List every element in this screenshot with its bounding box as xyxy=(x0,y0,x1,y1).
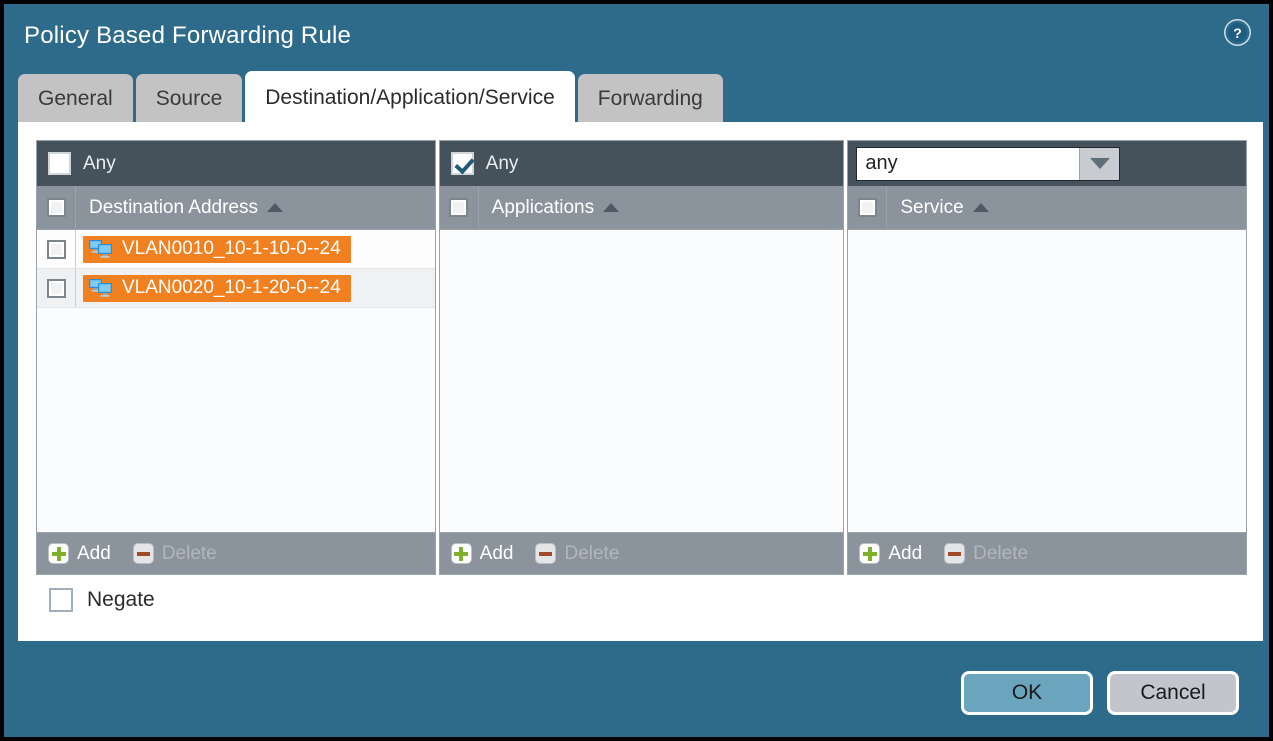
applications-panel: Any Applications Add xyxy=(439,140,845,575)
applications-column-header: Applications xyxy=(440,186,844,230)
service-add-button[interactable]: Add xyxy=(859,543,922,565)
policy-based-forwarding-rule-dialog: Policy Based Forwarding Rule ? General S… xyxy=(0,0,1273,741)
plus-icon xyxy=(48,543,69,564)
svg-text:?: ? xyxy=(1233,25,1242,41)
applications-any-checkbox[interactable] xyxy=(451,152,474,175)
destination-any-row: Any xyxy=(37,141,435,186)
tab-forwarding[interactable]: Forwarding xyxy=(578,74,723,124)
destination-column-title: Destination Address xyxy=(89,197,258,219)
applications-select-all-cell xyxy=(440,186,479,229)
service-delete-button[interactable]: Delete xyxy=(944,543,1028,565)
destination-address-label: VLAN0020_10-1-20-0--24 xyxy=(122,277,341,299)
service-column-header: Service xyxy=(848,186,1246,230)
service-panel: any Service xyxy=(847,140,1247,575)
negate-checkbox[interactable] xyxy=(49,588,73,612)
dialog-titlebar: Policy Based Forwarding Rule ? xyxy=(4,4,1269,72)
tab-source[interactable]: Source xyxy=(136,74,243,124)
service-column-title-wrap[interactable]: Service xyxy=(900,197,988,219)
applications-add-label: Add xyxy=(480,543,514,565)
applications-column-title: Applications xyxy=(492,197,594,219)
row-checkbox-cell xyxy=(37,230,76,268)
service-select[interactable]: any xyxy=(856,147,1120,181)
service-select-value: any xyxy=(857,148,1079,180)
sort-ascending-icon xyxy=(267,203,283,212)
applications-column-title-wrap[interactable]: Applications xyxy=(492,197,619,219)
destination-address-label: VLAN0010_10-1-10-0--24 xyxy=(122,238,341,260)
minus-icon xyxy=(133,543,154,564)
ok-button[interactable]: OK xyxy=(961,671,1093,715)
applications-delete-label: Delete xyxy=(564,543,619,565)
destination-column-title-wrap[interactable]: Destination Address xyxy=(89,197,283,219)
row-select-checkbox[interactable] xyxy=(47,240,66,259)
tab-general[interactable]: General xyxy=(18,74,133,124)
minus-icon xyxy=(944,543,965,564)
destination-address-chip[interactable]: VLAN0020_10-1-20-0--24 xyxy=(83,275,351,302)
destination-select-all-checkbox[interactable] xyxy=(47,198,66,217)
destination-select-all-cell xyxy=(37,186,76,229)
destination-column-header: Destination Address xyxy=(37,186,435,230)
cancel-button[interactable]: Cancel xyxy=(1107,671,1239,715)
row-checkbox-cell xyxy=(37,269,76,307)
plus-icon xyxy=(451,543,472,564)
applications-any-row: Any xyxy=(440,141,844,186)
tab-strip: General Source Destination/Application/S… xyxy=(18,72,726,124)
service-rows xyxy=(848,230,1246,532)
minus-icon xyxy=(535,543,556,564)
service-select-all-cell xyxy=(848,186,887,229)
dialog-title: Policy Based Forwarding Rule xyxy=(24,22,351,50)
service-delete-label: Delete xyxy=(973,543,1028,565)
service-select-all-checkbox[interactable] xyxy=(858,198,877,217)
applications-footer-toolbar: Add Delete xyxy=(440,532,844,574)
chevron-down-icon[interactable] xyxy=(1079,148,1119,180)
sort-ascending-icon xyxy=(603,203,619,212)
network-computers-icon xyxy=(89,239,113,259)
negate-checkbox-row[interactable]: Negate xyxy=(49,588,155,612)
service-add-label: Add xyxy=(888,543,922,565)
destination-address-panel: Any Destination Address xyxy=(36,140,436,575)
applications-any-label: Any xyxy=(486,153,519,175)
tab-content-panel: Any Destination Address xyxy=(18,122,1263,641)
table-row[interactable]: VLAN0020_10-1-20-0--24 xyxy=(37,269,435,308)
applications-rows xyxy=(440,230,844,532)
tab-destination-application-service[interactable]: Destination/Application/Service xyxy=(245,71,575,124)
destination-any-label: Any xyxy=(83,153,116,175)
row-select-checkbox[interactable] xyxy=(47,279,66,298)
applications-add-button[interactable]: Add xyxy=(451,543,514,565)
service-footer-toolbar: Add Delete xyxy=(848,532,1246,574)
applications-delete-button[interactable]: Delete xyxy=(535,543,619,565)
applications-select-all-checkbox[interactable] xyxy=(449,198,468,217)
destination-any-checkbox[interactable] xyxy=(48,152,71,175)
destination-add-label: Add xyxy=(77,543,111,565)
help-circle-icon[interactable]: ? xyxy=(1223,18,1252,47)
service-select-row: any xyxy=(848,141,1246,186)
negate-label: Negate xyxy=(87,588,155,612)
destination-footer-toolbar: Add Delete xyxy=(37,532,435,574)
destination-delete-label: Delete xyxy=(162,543,217,565)
service-column-title: Service xyxy=(900,197,963,219)
destination-address-chip[interactable]: VLAN0010_10-1-10-0--24 xyxy=(83,236,351,263)
network-computers-icon xyxy=(89,278,113,298)
columns-container: Any Destination Address xyxy=(36,140,1247,575)
table-row[interactable]: VLAN0010_10-1-10-0--24 xyxy=(37,230,435,269)
destination-add-button[interactable]: Add xyxy=(48,543,111,565)
sort-ascending-icon xyxy=(973,203,989,212)
plus-icon xyxy=(859,543,880,564)
dialog-button-bar: OK Cancel xyxy=(961,671,1239,715)
destination-delete-button[interactable]: Delete xyxy=(133,543,217,565)
destination-rows: VLAN0010_10-1-10-0--24 xyxy=(37,230,435,532)
